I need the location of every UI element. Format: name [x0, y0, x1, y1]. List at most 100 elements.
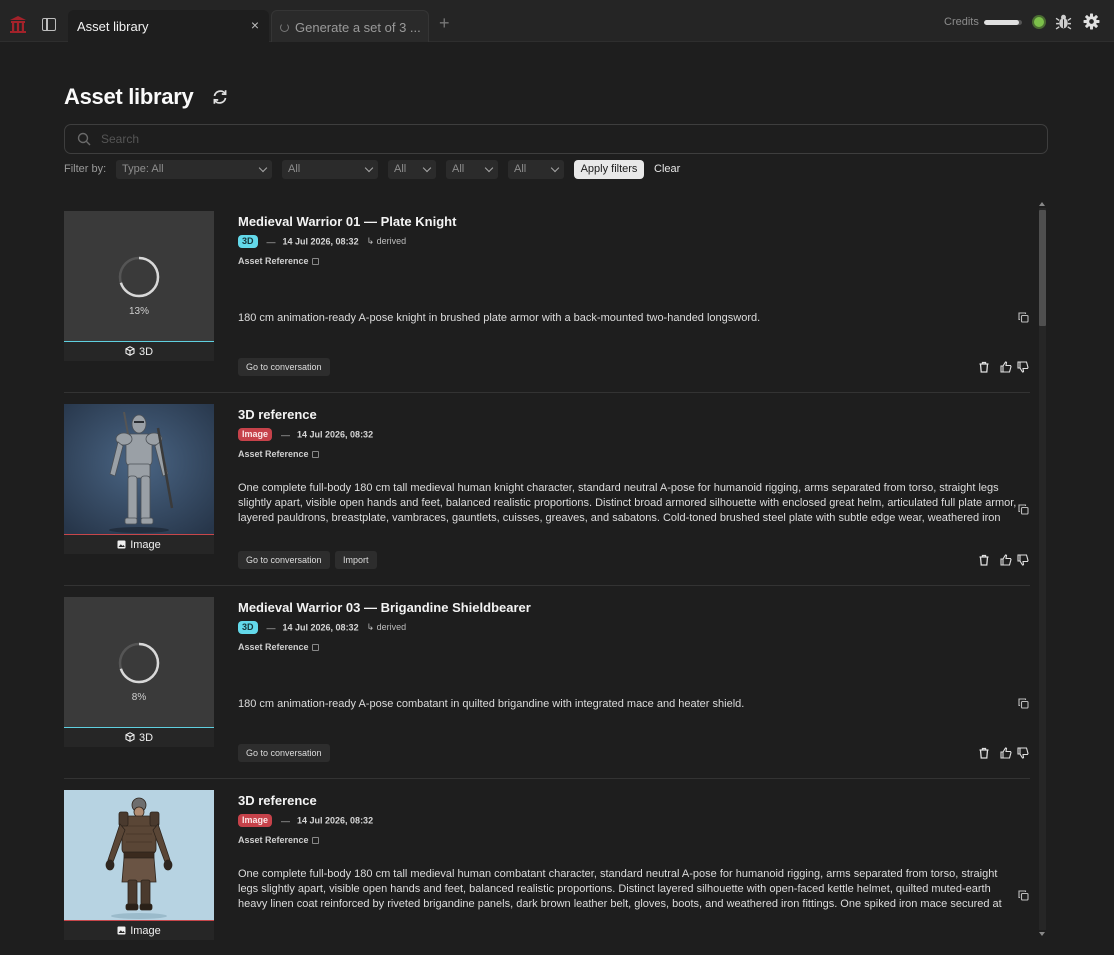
tab-generate[interactable]: Generate a set of 3 ... — [271, 10, 429, 42]
list-scrollbar[interactable] — [1037, 200, 1047, 938]
asset-description: 180 cm animation-ready A-pose knight in … — [238, 312, 761, 324]
asset-description: One complete full-body 180 cm tall medie… — [238, 868, 1002, 910]
asset-type-label: Image — [64, 920, 214, 940]
trash-icon[interactable] — [978, 747, 990, 759]
select-value: All — [394, 163, 407, 175]
asset-card: Image 3D reference Image — 14 Jul 2026, 08… — [64, 393, 1030, 586]
scroll-thumb[interactable] — [1039, 210, 1046, 326]
asset-date: 14 Jul 2026, 08:32 — [297, 815, 374, 826]
thumbs-up-icon[interactable] — [1000, 747, 1012, 759]
asset-reference[interactable]: Asset Reference — [238, 256, 319, 266]
scroll-up-arrow[interactable] — [1039, 202, 1045, 206]
thumbs-down-icon[interactable] — [1017, 554, 1029, 566]
go-to-conversation-button[interactable]: Go to conversation — [238, 358, 330, 376]
asset-date: 14 Jul 2026, 08:32 — [282, 622, 359, 633]
progress-spinner — [118, 256, 160, 298]
sidebar-toggle-icon[interactable] — [42, 18, 56, 31]
go-to-conversation-button[interactable]: Go to conversation — [238, 744, 330, 762]
gear-icon[interactable] — [1083, 13, 1100, 30]
asset-list: 13% 3D Medieval Warrior 01 — Plate Knigh… — [64, 200, 1030, 940]
combatant-render-image — [64, 790, 214, 920]
app-logo-icon[interactable] — [8, 14, 28, 34]
page-title: Asset library — [64, 84, 194, 109]
copy-icon[interactable] — [1018, 312, 1029, 323]
chevron-down-icon — [550, 163, 560, 173]
chevron-down-icon — [484, 163, 494, 173]
cube-icon — [125, 732, 135, 742]
copy-icon[interactable] — [1018, 504, 1029, 515]
asset-meta: Image — 14 Jul 2026, 08:32 — [238, 428, 373, 442]
tab-asset-library[interactable]: Asset library × — [68, 10, 269, 42]
filter-select-2[interactable]: All — [282, 160, 378, 179]
asset-type-label: Image — [64, 534, 214, 554]
thumbs-down-icon[interactable] — [1017, 361, 1029, 373]
asset-reference[interactable]: Asset Reference — [238, 835, 319, 845]
copy-icon[interactable] — [311, 644, 319, 651]
search-input[interactable] — [101, 130, 1031, 148]
top-bar: Asset library × Generate a set of 3 ... … — [0, 0, 1114, 42]
reference-label: Asset Reference — [238, 835, 309, 845]
meta-separator: — — [281, 815, 291, 826]
asset-thumbnail[interactable]: 8% 3D — [64, 597, 214, 747]
asset-card: Image 3D reference Image — 14 Jul 2026, 08… — [64, 779, 1030, 940]
asset-card: 13% 3D Medieval Warrior 01 — Plate Knigh… — [64, 200, 1030, 393]
type-label: 3D — [138, 732, 154, 744]
select-value: Type: All — [122, 163, 164, 175]
import-button[interactable]: Import — [335, 551, 377, 569]
asset-title: 3D reference — [238, 793, 317, 808]
asset-reference[interactable]: Asset Reference — [238, 642, 319, 652]
copy-icon[interactable] — [311, 837, 319, 844]
copy-icon[interactable] — [1018, 890, 1029, 901]
reference-label: Asset Reference — [238, 256, 309, 266]
trash-icon[interactable] — [978, 554, 990, 566]
loading-icon — [280, 23, 289, 32]
meta-separator: — — [266, 622, 276, 633]
search-icon — [77, 132, 91, 146]
select-value: All — [452, 163, 465, 175]
select-value: All — [288, 163, 301, 175]
bug-icon[interactable] — [1055, 13, 1072, 30]
clear-filters-button[interactable]: Clear — [654, 163, 680, 175]
go-to-conversation-button[interactable]: Go to conversation — [238, 551, 330, 569]
new-tab-button[interactable]: + — [439, 14, 450, 32]
type-label: Image — [130, 925, 161, 937]
meta-separator: — — [266, 236, 276, 247]
asset-date: 14 Jul 2026, 08:32 — [297, 429, 374, 440]
asset-meta: Image — 14 Jul 2026, 08:32 — [238, 814, 373, 828]
asset-meta: 3D — 14 Jul 2026, 08:32 ↳ derived — [238, 621, 406, 635]
copy-icon[interactable] — [311, 451, 319, 458]
chevron-down-icon — [258, 163, 268, 173]
copy-icon[interactable] — [1018, 698, 1029, 709]
asset-reference[interactable]: Asset Reference — [238, 449, 319, 459]
filter-select-5[interactable]: All — [508, 160, 564, 179]
close-icon[interactable]: × — [251, 17, 259, 33]
image-icon — [117, 926, 126, 935]
select-value: All — [514, 163, 527, 175]
knight-render-image — [64, 404, 214, 534]
thumbs-up-icon[interactable] — [1000, 361, 1012, 373]
scroll-down-arrow[interactable] — [1039, 932, 1045, 936]
asset-title: Medieval Warrior 03 — Brigandine Shieldb… — [238, 600, 531, 615]
copy-icon[interactable] — [311, 258, 319, 265]
filter-select-3[interactable]: All — [388, 160, 436, 179]
progress-text: 13% — [128, 306, 149, 317]
asset-thumbnail[interactable]: 13% 3D — [64, 211, 214, 361]
derived-label: ↳ derived — [366, 622, 407, 632]
status-indicator — [1032, 15, 1046, 29]
asset-thumbnail[interactable]: Image — [64, 404, 214, 554]
filter-select-4[interactable]: All — [446, 160, 498, 179]
thumbs-down-icon[interactable] — [1017, 747, 1029, 759]
type-filter-select[interactable]: Type: All — [116, 160, 272, 179]
chevron-down-icon — [364, 163, 374, 173]
asset-title: Medieval Warrior 01 — Plate Knight — [238, 214, 457, 229]
chevron-down-icon — [422, 163, 432, 173]
refresh-icon[interactable] — [210, 87, 230, 107]
type-label: Image — [130, 539, 161, 551]
thumbs-up-icon[interactable] — [1000, 554, 1012, 566]
apply-filters-button[interactable]: Apply filters — [574, 160, 644, 179]
trash-icon[interactable] — [978, 361, 990, 373]
type-label: 3D — [138, 346, 154, 358]
asset-description: 180 cm animation-ready A-pose combatant … — [238, 698, 745, 710]
asset-thumbnail[interactable]: Image — [64, 790, 214, 940]
credits-label: Credits — [944, 16, 979, 28]
